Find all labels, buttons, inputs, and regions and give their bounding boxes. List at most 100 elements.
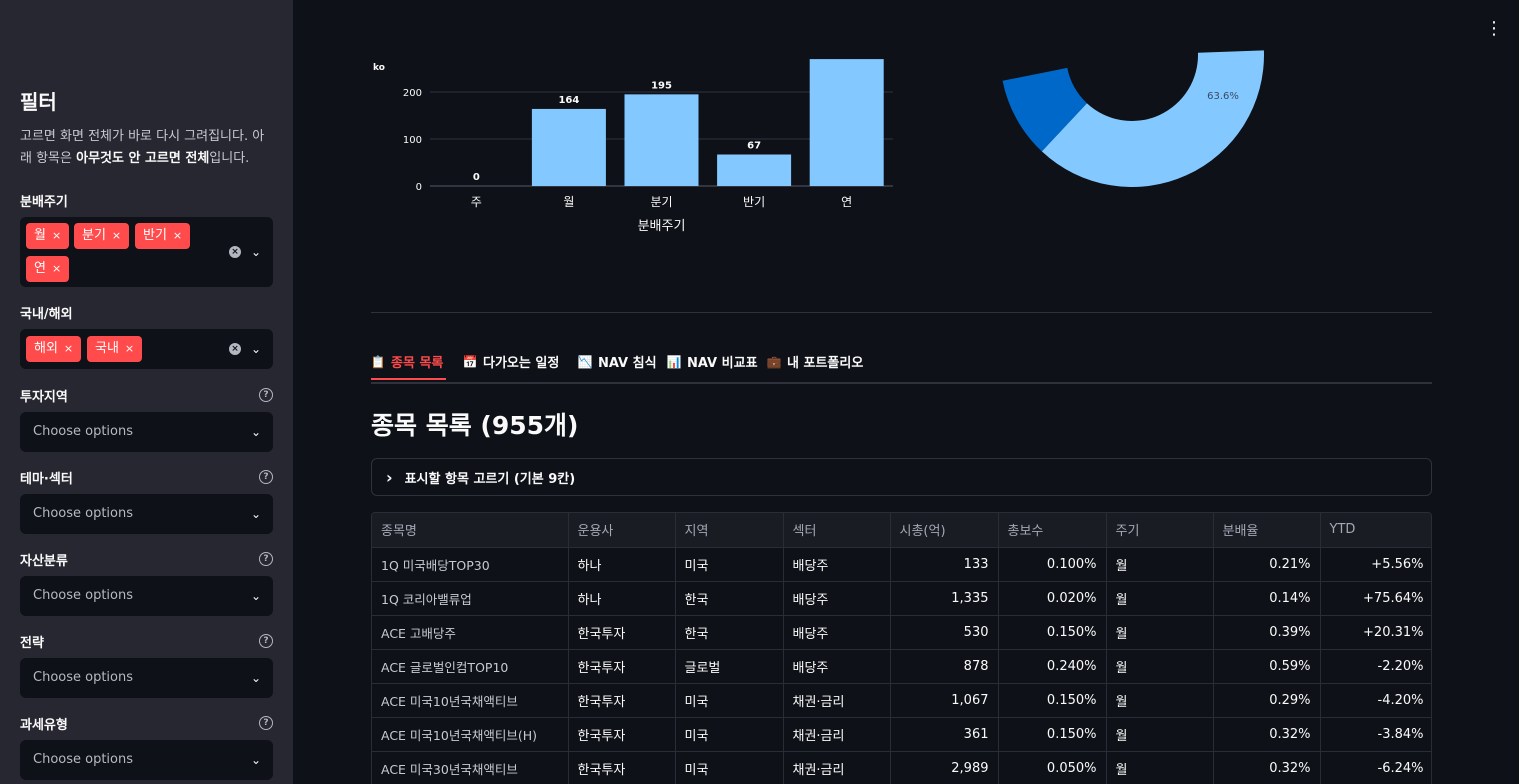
table-cell[interactable]: 0.150% <box>998 615 1107 650</box>
table-cell[interactable]: 0.100% <box>998 547 1107 582</box>
table-cell[interactable]: 2,989 <box>890 751 999 784</box>
table-row[interactable]: ACE 고배당주 한국투자 한국 배당주 530 0.150% 월 0.39% +20.31% <box>372 615 1431 650</box>
chevron-down-icon[interactable]: ⌄ <box>251 753 261 767</box>
table-cell[interactable]: 한국투자 <box>568 717 676 752</box>
chip-remove-icon[interactable]: × <box>52 223 61 249</box>
tab-upcoming-schedule[interactable]: 📅 다가오는 일정 <box>463 352 560 372</box>
distribution-cycle-multiselect[interactable]: 월 × 분기 × 반기 × 연 × × ⌄ <box>20 217 273 287</box>
chip-remove-icon[interactable]: × <box>52 256 61 282</box>
table-cell[interactable]: 미국 <box>675 751 784 784</box>
clear-icon[interactable]: × <box>229 246 241 258</box>
column-header[interactable]: 시총(억) <box>890 513 999 548</box>
chevron-down-icon[interactable]: ⌄ <box>251 507 261 521</box>
table-cell[interactable]: -4.20% <box>1320 683 1431 718</box>
chevron-down-icon[interactable]: ⌄ <box>251 425 261 439</box>
chip-remove-icon[interactable]: × <box>125 336 134 362</box>
chevron-down-icon[interactable]: ⌄ <box>251 671 261 685</box>
table-cell[interactable]: 878 <box>890 649 999 684</box>
chevron-down-icon[interactable]: ⌄ <box>251 342 261 356</box>
help-icon[interactable]: ? <box>259 552 273 566</box>
table-row[interactable]: ACE 미국10년국채액티브 한국투자 미국 채권·금리 1,067 0.150% 월 0.2… <box>372 683 1431 718</box>
help-icon[interactable]: ? <box>259 388 273 402</box>
table-cell[interactable]: 한국투자 <box>568 683 676 718</box>
table-cell[interactable]: +20.31% <box>1320 615 1431 650</box>
table-cell[interactable]: 530 <box>890 615 999 650</box>
table-cell[interactable]: 133 <box>890 547 999 582</box>
table-cell[interactable]: 0.150% <box>998 683 1107 718</box>
table-cell[interactable]: 0.39% <box>1213 615 1321 650</box>
theme-sector-select[interactable]: Choose options ⌄ <box>20 494 273 534</box>
table-row[interactable]: ACE 미국30년국채액티브 한국투자 미국 채권·금리 2,989 0.050% 월 0.3… <box>372 751 1431 784</box>
table-cell[interactable]: -3.84% <box>1320 717 1431 752</box>
column-picker-expander[interactable]: › 표시할 항목 고르기 (기본 9칸) <box>371 458 1432 496</box>
table-row[interactable]: 1Q 코리아밸류업 하나 한국 배당주 1,335 0.020% 월 0.14% +75.64% <box>372 581 1431 616</box>
table-cell[interactable]: 채권·금리 <box>783 683 891 718</box>
table-cell[interactable]: 361 <box>890 717 999 752</box>
table-cell[interactable]: 배당주 <box>783 649 891 684</box>
table-cell[interactable]: 배당주 <box>783 547 891 582</box>
chip-remove-icon[interactable]: × <box>112 223 121 249</box>
tab-my-portfolio[interactable]: 💼 내 포트폴리오 <box>767 352 864 372</box>
table-cell[interactable]: 하나 <box>568 581 676 616</box>
main-menu-icon[interactable]: ⋮ <box>1485 20 1503 38</box>
table-cell[interactable]: ACE 고배당주 <box>372 615 569 650</box>
table-cell[interactable]: 한국투자 <box>568 615 676 650</box>
tab-nav-erosion[interactable]: 📉 NAV 침식 <box>578 352 657 372</box>
column-header[interactable]: 지역 <box>675 513 784 548</box>
table-cell[interactable]: 배당주 <box>783 615 891 650</box>
chevron-down-icon[interactable]: ⌄ <box>251 245 261 259</box>
table-cell[interactable]: 월 <box>1106 683 1214 718</box>
strategy-select[interactable]: Choose options ⌄ <box>20 658 273 698</box>
domestic-foreign-multiselect[interactable]: 해외 × 국내 × × ⌄ <box>20 329 273 369</box>
tab-stock-list[interactable]: 📋 종목 목록 <box>371 352 444 372</box>
tax-type-select[interactable]: Choose options ⌄ <box>20 740 273 780</box>
help-icon[interactable]: ? <box>259 634 273 648</box>
table-cell[interactable]: 채권·금리 <box>783 717 891 752</box>
table-cell[interactable]: 0.240% <box>998 649 1107 684</box>
asset-class-select[interactable]: Choose options ⌄ <box>20 576 273 616</box>
table-cell[interactable]: 0.020% <box>998 581 1107 616</box>
table-cell[interactable]: 채권·금리 <box>783 751 891 784</box>
table-cell[interactable]: 한국 <box>675 615 784 650</box>
chevron-down-icon[interactable]: ⌄ <box>251 589 261 603</box>
column-header[interactable]: 종목명 <box>372 513 569 548</box>
table-cell[interactable]: 0.050% <box>998 751 1107 784</box>
table-cell[interactable]: ACE 미국10년국채액티브(H) <box>372 717 569 752</box>
table-cell[interactable]: 미국 <box>675 683 784 718</box>
table-row[interactable]: ACE 미국10년국채액티브(H) 한국투자 미국 채권·금리 361 0.150% 월 0.… <box>372 717 1431 752</box>
table-cell[interactable]: +75.64% <box>1320 581 1431 616</box>
table-cell[interactable]: 하나 <box>568 547 676 582</box>
table-cell[interactable]: 월 <box>1106 581 1214 616</box>
column-header[interactable]: 운용사 <box>568 513 676 548</box>
column-header[interactable]: YTD <box>1320 513 1431 548</box>
table-cell[interactable]: 배당주 <box>783 581 891 616</box>
table-cell[interactable]: 1,067 <box>890 683 999 718</box>
table-row[interactable]: 1Q 미국배당TOP30 하나 미국 배당주 133 0.100% 월 0.21% +5.56% <box>372 547 1431 582</box>
table-cell[interactable]: 0.150% <box>998 717 1107 752</box>
table-cell[interactable]: 0.32% <box>1213 717 1321 752</box>
table-cell[interactable]: 미국 <box>675 547 784 582</box>
tab-nav-comparison[interactable]: 📊 NAV 비교표 <box>667 352 758 372</box>
column-header[interactable]: 총보수 <box>998 513 1107 548</box>
table-cell[interactable]: -2.20% <box>1320 649 1431 684</box>
table-cell[interactable]: 0.32% <box>1213 751 1321 784</box>
table-cell[interactable]: +5.56% <box>1320 547 1431 582</box>
column-header[interactable]: 섹터 <box>783 513 891 548</box>
table-cell[interactable]: 1,335 <box>890 581 999 616</box>
table-cell[interactable]: 1Q 코리아밸류업 <box>372 581 569 616</box>
table-cell[interactable]: 한국 <box>675 581 784 616</box>
table-cell[interactable]: 0.14% <box>1213 581 1321 616</box>
table-cell[interactable]: 월 <box>1106 615 1214 650</box>
investment-region-select[interactable]: Choose options ⌄ <box>20 412 273 452</box>
table-cell[interactable]: 월 <box>1106 717 1214 752</box>
help-icon[interactable]: ? <box>259 470 273 484</box>
table-cell[interactable]: ACE 미국30년국채액티브 <box>372 751 569 784</box>
table-row[interactable]: ACE 글로벌인컴TOP10 한국투자 글로벌 배당주 878 0.240% 월 0.59% -… <box>372 649 1431 684</box>
stock-table[interactable]: 종목명 운용사 지역 섹터 시총(억) 총보수 주기 분배율 YTD 1Q 미국… <box>371 512 1432 784</box>
chip-remove-icon[interactable]: × <box>64 336 73 362</box>
chip-remove-icon[interactable]: × <box>173 223 182 249</box>
table-cell[interactable]: 글로벌 <box>675 649 784 684</box>
table-cell[interactable]: ACE 미국10년국채액티브 <box>372 683 569 718</box>
table-cell[interactable]: 미국 <box>675 717 784 752</box>
table-cell[interactable]: 0.21% <box>1213 547 1321 582</box>
